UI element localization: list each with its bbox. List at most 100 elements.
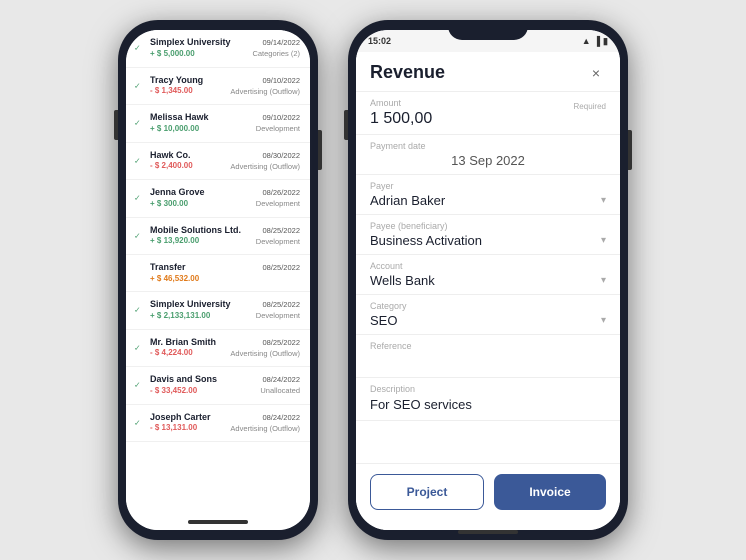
form-content: Amount 1 500,00 Required Payment date 13…	[356, 92, 620, 482]
reference-label: Reference	[370, 341, 606, 351]
transaction-date: 08/24/2022	[230, 412, 300, 423]
account-chevron-icon: ▾	[601, 275, 606, 286]
check-icon: ✓	[134, 343, 141, 352]
transaction-amount: - $ 4,224.00	[150, 348, 230, 358]
category-field[interactable]: Category SEO ▾	[356, 295, 620, 335]
payer-chevron-icon: ▾	[601, 195, 606, 206]
payee-field[interactable]: Payee (beneficiary) Business Activation …	[356, 215, 620, 255]
transaction-category: Advertising (Outflow)	[230, 423, 300, 434]
transaction-amount: + $ 2,133,131.00	[150, 311, 256, 321]
payer-dropdown[interactable]: Adrian Baker ▾	[370, 193, 606, 208]
transaction-amount: - $ 33,452.00	[150, 386, 260, 396]
transaction-category: Unallocated	[260, 385, 300, 396]
transaction-name: Simplex University	[150, 299, 256, 311]
transaction-content: Transfer + $ 46,532.00	[150, 262, 262, 284]
transaction-category: Development	[256, 123, 300, 134]
bottom-bar-left	[188, 520, 248, 524]
category-dropdown[interactable]: SEO ▾	[370, 313, 606, 328]
amount-field[interactable]: Amount 1 500,00 Required	[356, 92, 620, 135]
transaction-content: Jenna Grove + $ 300.00	[150, 187, 256, 209]
transaction-name: Melissa Hawk	[150, 112, 256, 124]
transaction-name: Joseph Carter	[150, 412, 230, 424]
notch	[448, 20, 528, 40]
payee-dropdown[interactable]: Business Activation ▾	[370, 233, 606, 248]
battery-icon: ▮	[603, 36, 608, 47]
transaction-category: Advertising (Outflow)	[230, 161, 300, 172]
check-icon: ✓	[134, 194, 141, 203]
transaction-category: Development	[256, 236, 300, 247]
description-label: Description	[370, 384, 606, 394]
transaction-name: Simplex University	[150, 37, 252, 49]
transaction-meta: 08/24/2022 Advertising (Outflow)	[230, 412, 300, 435]
revenue-screen: 15:02 ▲ ▐ ▮ Revenue × Amount 1 500,00 Re…	[356, 30, 620, 530]
transaction-date: 09/10/2022	[256, 112, 300, 123]
transaction-amount: + $ 13,920.00	[150, 236, 256, 246]
transaction-item[interactable]: Transfer + $ 46,532.00 08/25/2022	[126, 255, 310, 292]
transaction-date: 08/25/2022	[230, 337, 300, 348]
category-label: Category	[370, 301, 606, 311]
account-value: Wells Bank	[370, 273, 435, 288]
transaction-category: Categories (2)	[252, 48, 300, 59]
payer-value: Adrian Baker	[370, 193, 445, 208]
close-button[interactable]: ×	[586, 63, 606, 83]
transaction-amount: + $ 300.00	[150, 199, 256, 209]
payer-field[interactable]: Payer Adrian Baker ▾	[356, 175, 620, 215]
transaction-item[interactable]: ✓ Mobile Solutions Ltd. + $ 13,920.00 08…	[126, 218, 310, 256]
transaction-amount: + $ 46,532.00	[150, 274, 262, 284]
payee-label: Payee (beneficiary)	[370, 221, 606, 231]
right-phone-screen: 15:02 ▲ ▐ ▮ Revenue × Amount 1 500,00 Re…	[356, 30, 620, 530]
account-label: Account	[370, 261, 606, 271]
transaction-amount: - $ 1,345.00	[150, 86, 230, 96]
transaction-category: Development	[256, 198, 300, 209]
transaction-list: ✓ Simplex University + $ 5,000.00 09/14/…	[126, 30, 310, 530]
amount-label: Amount	[370, 98, 606, 108]
transaction-content: Tracy Young - $ 1,345.00	[150, 75, 230, 97]
category-value: SEO	[370, 313, 397, 328]
transaction-item[interactable]: ✓ Jenna Grove + $ 300.00 08/26/2022 Deve…	[126, 180, 310, 218]
transaction-content: Joseph Carter - $ 13,131.00	[150, 412, 230, 434]
transaction-date: 09/14/2022	[252, 37, 300, 48]
check-icon: ✓	[134, 306, 141, 315]
bottom-actions: Project Invoice	[356, 463, 620, 530]
transaction-meta: 08/24/2022 Unallocated	[260, 374, 300, 397]
check-icon: ✓	[134, 119, 141, 128]
transaction-meta: 08/25/2022	[262, 262, 300, 273]
transaction-content: Hawk Co. - $ 2,400.00	[150, 150, 230, 172]
transaction-item[interactable]: ✓ Melissa Hawk + $ 10,000.00 09/10/2022 …	[126, 105, 310, 143]
check-icon: ✓	[134, 44, 141, 53]
transaction-amount: + $ 5,000.00	[150, 49, 252, 59]
transaction-name: Transfer	[150, 262, 262, 274]
invoice-button[interactable]: Invoice	[494, 474, 606, 510]
payee-chevron-icon: ▾	[601, 235, 606, 246]
transaction-category: Advertising (Outflow)	[230, 86, 300, 97]
check-icon: ✓	[134, 231, 141, 240]
transaction-meta: 08/25/2022 Development	[256, 299, 300, 322]
reference-field[interactable]: Reference	[356, 335, 620, 378]
transaction-item[interactable]: ✓ Mr. Brian Smith - $ 4,224.00 08/25/202…	[126, 330, 310, 368]
transaction-meta: 09/14/2022 Categories (2)	[252, 37, 300, 60]
account-dropdown[interactable]: Wells Bank ▾	[370, 273, 606, 288]
transaction-item[interactable]: ✓ Hawk Co. - $ 2,400.00 08/30/2022 Adver…	[126, 143, 310, 181]
left-phone-screen: ✓ Simplex University + $ 5,000.00 09/14/…	[126, 30, 310, 530]
transaction-name: Davis and Sons	[150, 374, 260, 386]
description-value: For SEO services	[370, 397, 472, 412]
revenue-header: Revenue ×	[356, 52, 620, 92]
amount-required: Required	[574, 102, 606, 111]
check-icon: ✓	[134, 381, 141, 390]
transaction-content: Simplex University + $ 2,133,131.00	[150, 299, 256, 321]
account-field[interactable]: Account Wells Bank ▾	[356, 255, 620, 295]
description-field[interactable]: Description For SEO services	[356, 378, 620, 421]
transaction-item[interactable]: ✓ Simplex University + $ 2,133,131.00 08…	[126, 292, 310, 330]
transaction-item[interactable]: ✓ Simplex University + $ 5,000.00 09/14/…	[126, 30, 310, 68]
payee-value: Business Activation	[370, 233, 482, 248]
project-button[interactable]: Project	[370, 474, 484, 510]
transaction-item[interactable]: ✓ Tracy Young - $ 1,345.00 09/10/2022 Ad…	[126, 68, 310, 106]
transaction-item[interactable]: ✓ Joseph Carter - $ 13,131.00 08/24/2022…	[126, 405, 310, 443]
status-time: 15:02	[368, 36, 391, 46]
transaction-name: Hawk Co.	[150, 150, 230, 162]
transaction-item[interactable]: ✓ Davis and Sons - $ 33,452.00 08/24/202…	[126, 367, 310, 405]
transaction-meta: 08/30/2022 Advertising (Outflow)	[230, 150, 300, 173]
transaction-date: 08/24/2022	[260, 374, 300, 385]
payment-date-field[interactable]: Payment date 13 Sep 2022	[356, 135, 620, 175]
category-chevron-icon: ▾	[601, 315, 606, 326]
